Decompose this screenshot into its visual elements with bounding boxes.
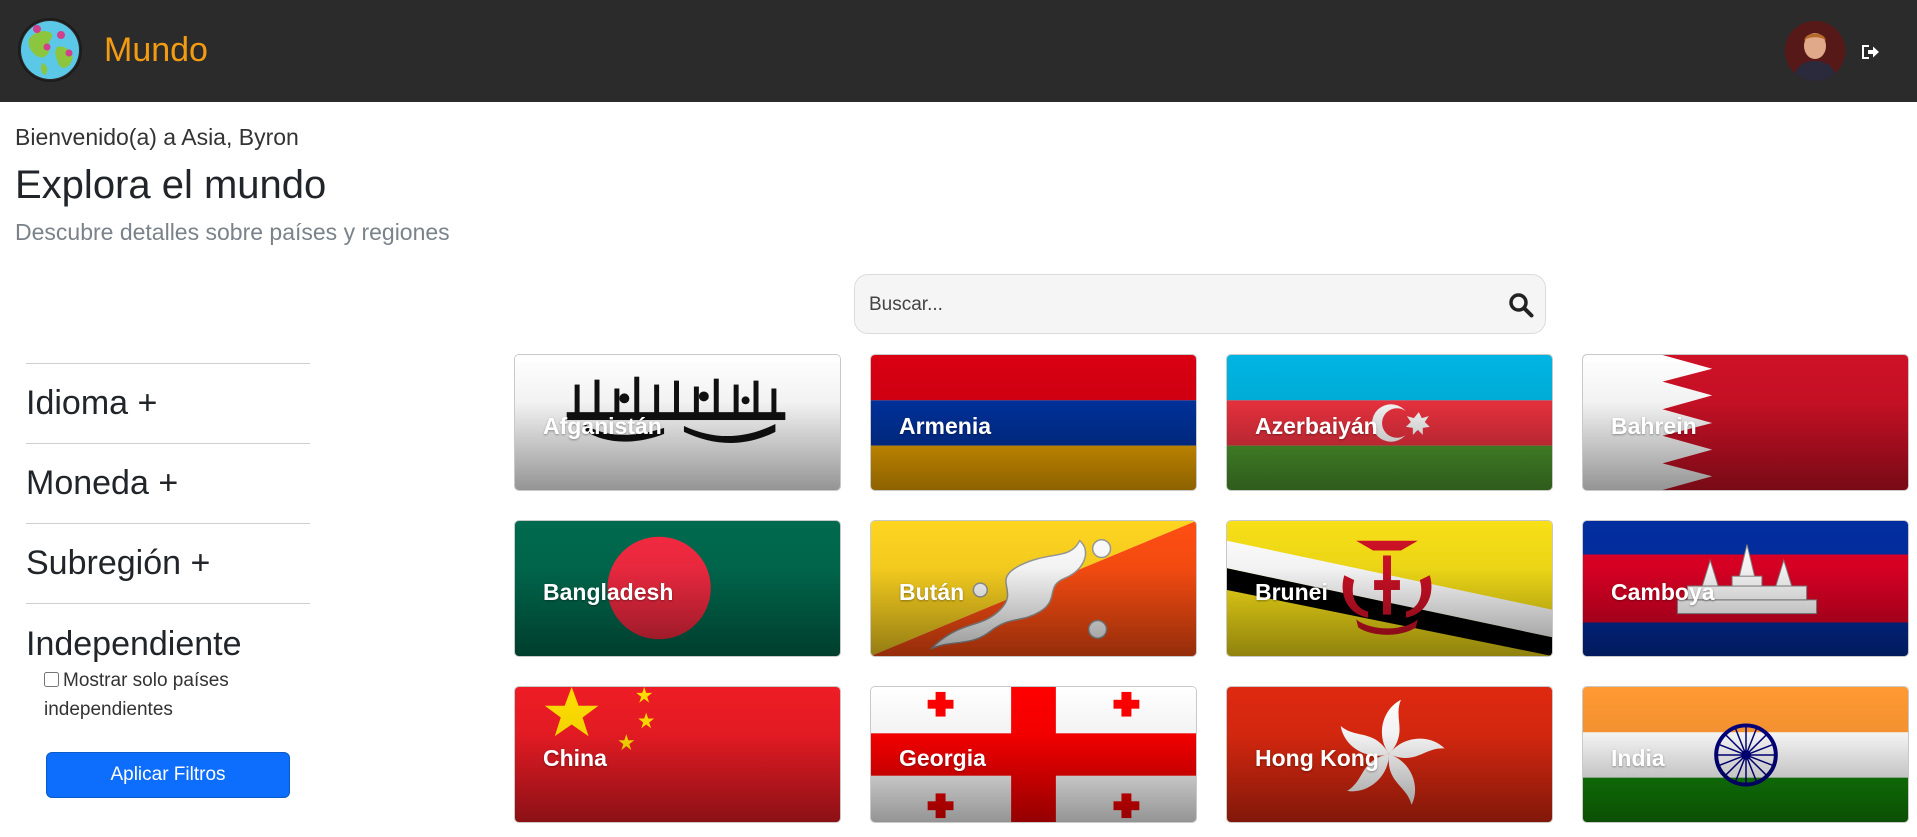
- page-title: Explora el mundo: [15, 163, 327, 207]
- apply-filters-button[interactable]: Aplicar Filtros: [46, 752, 290, 798]
- country-card[interactable]: Bahrein: [1582, 354, 1909, 491]
- country-card[interactable]: Azerbaiyán: [1226, 354, 1553, 491]
- country-name: Hong Kong: [1255, 745, 1379, 771]
- search-input[interactable]: [869, 287, 1469, 323]
- filters-panel: Idioma + Moneda + Subregión + Independie…: [26, 363, 310, 724]
- globe-logo-icon[interactable]: [17, 17, 83, 83]
- filter-moneda[interactable]: Moneda +: [26, 443, 310, 523]
- brand-name[interactable]: Mundo: [104, 28, 208, 72]
- country-card[interactable]: Georgia: [870, 686, 1197, 823]
- country-card[interactable]: Afganistán: [514, 354, 841, 491]
- country-card[interactable]: Hong Kong: [1226, 686, 1553, 823]
- country-name: Georgia: [899, 745, 986, 771]
- independent-checkbox-row: Mostrar solo países independientes: [44, 666, 274, 724]
- country-name: China: [543, 745, 607, 771]
- navbar: Mundo: [0, 0, 1917, 102]
- country-card[interactable]: India: [1582, 686, 1909, 823]
- country-name: Azerbaiyán: [1255, 413, 1378, 439]
- country-name: Bután: [899, 579, 965, 605]
- search-icon[interactable]: [1508, 292, 1534, 318]
- country-card[interactable]: Bangladesh: [514, 520, 841, 657]
- country-name: Camboya: [1611, 579, 1715, 605]
- search-bar: [854, 274, 1546, 334]
- independent-checkbox-label[interactable]: Mostrar solo países independientes: [44, 670, 229, 720]
- filter-subregion[interactable]: Subregión +: [26, 523, 310, 603]
- filter-independiente-title: Independiente: [26, 625, 242, 663]
- filter-idioma[interactable]: Idioma +: [26, 363, 310, 443]
- country-name: Afganistán: [543, 413, 662, 439]
- country-card[interactable]: Bután: [870, 520, 1197, 657]
- country-name: Bahrein: [1611, 413, 1697, 439]
- country-card[interactable]: Camboya: [1582, 520, 1909, 657]
- country-card[interactable]: Armenia: [870, 354, 1197, 491]
- avatar[interactable]: [1785, 21, 1845, 81]
- page-subtitle: Descubre detalles sobre países y regione…: [15, 219, 450, 245]
- country-name: India: [1611, 745, 1665, 771]
- country-name: Brunei: [1255, 579, 1328, 605]
- country-name: Bangladesh: [543, 579, 674, 605]
- independent-checkbox[interactable]: [44, 672, 59, 687]
- welcome-text: Bienvenido(a) a Asia, Byron: [15, 124, 299, 150]
- logout-icon[interactable]: [1860, 43, 1880, 61]
- filter-independiente: Independiente Mostrar solo países indepe…: [26, 603, 310, 724]
- country-name: Armenia: [899, 413, 992, 439]
- country-card[interactable]: China: [514, 686, 841, 823]
- country-card[interactable]: Brunei: [1226, 520, 1553, 657]
